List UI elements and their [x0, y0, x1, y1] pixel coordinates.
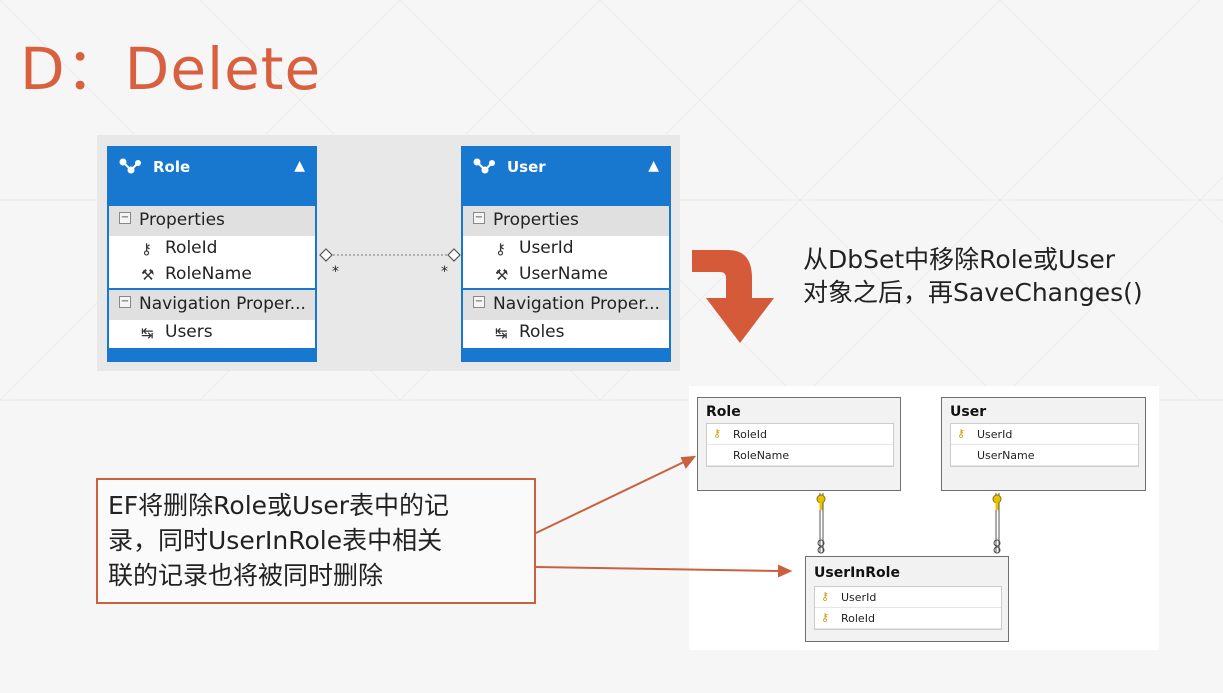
property-row[interactable]: ⚒ UserName [463, 262, 669, 288]
properties-section-header[interactable]: − Properties [109, 206, 315, 236]
key-icon: ⚷ [141, 240, 152, 258]
entity-user[interactable]: User ▲ − Properties ⚷ UserId ⚒ UserName … [461, 146, 671, 362]
entity-footer [463, 348, 669, 360]
navigation-property-icon: ↹ [141, 324, 154, 342]
slide-title: D：Delete [20, 35, 322, 103]
db-column-row[interactable]: ⚷ RoleId [707, 424, 893, 445]
navigation-section-header[interactable]: − Navigation Proper... [109, 290, 315, 320]
collapse-minus-icon[interactable]: − [119, 296, 131, 308]
callout-cascade-delete: EF将删除Role或User表中的记 录，同时UserInRole表中相关 联的… [96, 478, 536, 604]
collapse-chevron-icon[interactable]: ▲ [294, 158, 305, 174]
property-row[interactable]: ⚒ RoleName [109, 262, 315, 288]
property-row[interactable]: ⚷ RoleId [109, 236, 315, 262]
navigation-section-header[interactable]: − Navigation Proper... [463, 290, 669, 320]
wrench-icon: ⚒ [141, 266, 155, 284]
entity-role-header[interactable]: Role ▲ [109, 148, 315, 206]
properties-section-header[interactable]: − Properties [463, 206, 669, 236]
down-arrow-icon [692, 250, 774, 343]
db-column-row[interactable]: ⚷ RoleId [815, 608, 1001, 629]
navigation-property-icon: ↹ [495, 324, 508, 342]
entity-icon [473, 158, 495, 174]
primary-key-icon: ⚷ [957, 427, 966, 440]
entity-role-name: Role [153, 158, 191, 176]
collapse-chevron-icon[interactable]: ▲ [648, 158, 659, 174]
entity-user-name: User [507, 158, 546, 176]
entity-icon [119, 158, 141, 174]
collapse-minus-icon[interactable]: − [473, 296, 485, 308]
db-column-row[interactable]: ⚷ UserId [815, 587, 1001, 608]
navigation-row[interactable]: ↹ Users [109, 320, 315, 346]
property-row[interactable]: ⚷ UserId [463, 236, 669, 262]
note-savechanges: 从DbSet中移除Role或User 对象之后，再SaveChanges() [803, 245, 1143, 307]
navigation-row[interactable]: ↹ Roles [463, 320, 669, 346]
db-column-row[interactable]: ⚷ UserId [951, 424, 1138, 445]
collapse-minus-icon[interactable]: − [473, 212, 485, 224]
wrench-icon: ⚒ [495, 266, 509, 284]
entity-user-header[interactable]: User ▲ [463, 148, 669, 206]
collapse-minus-icon[interactable]: − [119, 212, 131, 224]
entity-role[interactable]: Role ▲ − Properties ⚷ RoleId ⚒ RoleName … [107, 146, 317, 362]
primary-key-icon: ⚷ [713, 427, 722, 440]
db-table-user[interactable]: User ⚷ UserId UserName [941, 397, 1146, 491]
db-column-row[interactable]: RoleName [707, 445, 893, 466]
db-table-role[interactable]: Role ⚷ RoleId RoleName [697, 397, 901, 491]
db-table-userinrole[interactable]: UserInRole ⚷ UserId ⚷ RoleId [805, 556, 1009, 642]
primary-key-icon: ⚷ [821, 611, 830, 624]
primary-key-icon: ⚷ [821, 590, 830, 603]
key-icon: ⚷ [495, 240, 506, 258]
entity-footer [109, 348, 315, 360]
db-column-row[interactable]: UserName [951, 445, 1138, 466]
